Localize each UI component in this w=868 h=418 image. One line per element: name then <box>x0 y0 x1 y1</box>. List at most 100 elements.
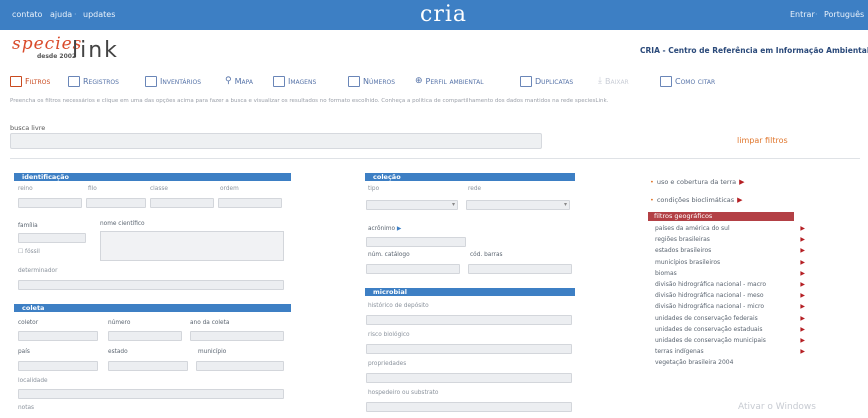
geo-filter-item[interactable]: países da américa do sul ▶ <box>655 225 805 232</box>
reino-label: reino <box>18 186 33 192</box>
arrow-right-icon: ▶ <box>800 281 805 288</box>
acronimo-label: acrônimo ▶ <box>368 226 402 232</box>
arrow-right-icon: ▶ <box>800 348 805 356</box>
notas-label: notas <box>18 405 35 411</box>
geo-filter-item[interactable]: unidades de conservação municipais ▶ <box>655 337 805 344</box>
geo-filter-item[interactable]: municípios brasileiros ▶ <box>655 259 805 266</box>
risco-input[interactable] <box>366 344 572 354</box>
reino-input[interactable] <box>18 198 82 208</box>
geo-filter-label: regiões brasileiras <box>655 236 710 244</box>
updates-link[interactable]: updates <box>83 10 115 19</box>
num-catalogo-label: núm. catálogo <box>368 252 410 258</box>
nav-numeros[interactable]: Números <box>348 76 395 87</box>
separator: · <box>815 10 818 19</box>
geo-filter-item[interactable]: divisão hidrográfica nacional - macro ▶ <box>655 281 805 288</box>
estado-label: estado <box>108 349 128 355</box>
fossil-checkbox[interactable]: ☐ fóssil <box>18 249 40 255</box>
uso-terra-link[interactable]: • uso e cobertura da terra ▶ <box>650 178 745 186</box>
cria-brand[interactable]: cria <box>420 2 467 27</box>
deposito-input[interactable] <box>366 315 572 325</box>
search-input[interactable] <box>10 133 542 149</box>
coleta-header[interactable]: coleta <box>14 304 291 312</box>
geo-filter-label: terras indígenas <box>655 348 704 356</box>
familia-label: família <box>18 223 38 229</box>
acronimo-input[interactable] <box>366 237 466 247</box>
pais-input[interactable] <box>18 361 98 371</box>
arrow-right-icon: ▶ <box>739 178 745 186</box>
clear-filters-button[interactable]: limpar filtros <box>737 136 788 145</box>
logo-link-text: link <box>72 38 119 63</box>
familia-input[interactable] <box>18 233 86 243</box>
organization-name: CRIA - Centro de Referência em Informaçã… <box>640 46 868 55</box>
propriedades-input[interactable] <box>366 373 572 383</box>
hospedeiro-input[interactable] <box>366 402 572 412</box>
instructions-text: Preencha os filtros necessários e clique… <box>10 98 609 104</box>
geo-filter-item[interactable]: regiões brasileiras ▶ <box>655 236 805 243</box>
cod-barras-input[interactable] <box>468 264 572 274</box>
rede-select[interactable] <box>466 200 570 210</box>
filo-label: filo <box>88 186 97 192</box>
geo-filter-item[interactable]: divisão hidrográfica nacional - meso ▶ <box>655 292 805 299</box>
numero-label: número <box>108 320 131 326</box>
geo-filter-label: unidades de conservação federais <box>655 314 758 322</box>
nav-imagens[interactable]: Imagens <box>273 76 316 87</box>
ordem-input[interactable] <box>218 198 282 208</box>
classe-input[interactable] <box>150 198 214 208</box>
geo-filter-item[interactable]: estados brasileiros ▶ <box>655 247 805 254</box>
nav-perfil-ambiental[interactable]: ⊕ Perfil ambiental <box>415 76 484 86</box>
nav-duplicatas[interactable]: Duplicatas <box>520 76 573 87</box>
filo-input[interactable] <box>86 198 146 208</box>
separator: · <box>74 10 77 19</box>
municipio-input[interactable] <box>196 361 284 371</box>
nav-registros[interactable]: Registros <box>68 76 119 87</box>
determinador-label: determinador <box>18 268 58 274</box>
identificacao-header[interactable]: identificação <box>14 173 291 181</box>
geo-filter-item[interactable]: biomas ▶ <box>655 270 805 277</box>
coletor-input[interactable] <box>18 331 98 341</box>
numbers-icon <box>348 76 360 87</box>
num-catalogo-input[interactable] <box>366 264 460 274</box>
geo-filter-item[interactable]: divisão hidrográfica nacional - micro ▶ <box>655 303 805 310</box>
cite-icon <box>660 76 672 87</box>
nome-cientifico-label: nome científico <box>100 221 145 227</box>
bioclimaticas-link[interactable]: • condições bioclimáticas ▶ <box>650 196 743 204</box>
microbial-header[interactable]: microbial <box>365 288 575 296</box>
contato-link[interactable]: contato <box>12 10 42 19</box>
windows-watermark: Ativar o Windows <box>738 402 816 412</box>
arrow-right-icon: ▶ <box>800 303 805 311</box>
geo-filters-header[interactable]: filtros geográficos <box>648 212 794 221</box>
tipo-select[interactable] <box>366 200 458 210</box>
classe-label: classe <box>150 186 168 192</box>
entrar-link[interactable]: Entrar <box>790 10 815 19</box>
geo-filter-item[interactable]: terras indígenas ▶ <box>655 348 805 355</box>
ajuda-link[interactable]: ajuda <box>50 10 72 19</box>
geo-filter-item[interactable]: unidades de conservação federais ▶ <box>655 315 805 322</box>
nav-filtros[interactable]: Filtros <box>10 76 50 87</box>
top-bar: contato · ajuda · updates cria Entrar · … <box>0 0 868 30</box>
filter-icon <box>10 76 22 87</box>
language-link[interactable]: Português <box>824 10 864 19</box>
risco-label: risco biológico <box>368 332 410 338</box>
geo-filter-label: países da américa do sul <box>655 225 730 232</box>
geo-filter-item[interactable]: vegetação brasileira 2004 <box>655 359 805 366</box>
colecao-header[interactable]: coleção <box>365 173 575 181</box>
nav-como-citar[interactable]: Como citar <box>660 76 715 87</box>
nav-mapa[interactable]: ⚲ Mapa <box>225 76 253 86</box>
arrow-right-icon: ▶ <box>800 269 805 277</box>
nav-inventarios[interactable]: Inventários <box>145 76 201 87</box>
geo-filter-item[interactable]: unidades de conservação estaduais ▶ <box>655 326 805 333</box>
globe-icon: ⊕ <box>415 76 423 86</box>
geo-filter-label: vegetação brasileira 2004 <box>655 359 734 367</box>
localidade-input[interactable] <box>18 389 284 399</box>
nome-cientifico-textarea[interactable] <box>100 231 284 261</box>
ano-coleta-input[interactable] <box>190 331 284 341</box>
numero-input[interactable] <box>108 331 182 341</box>
arrow-right-icon: ▶ <box>800 236 805 244</box>
duplicates-icon <box>520 76 532 87</box>
determinador-input[interactable] <box>18 280 284 290</box>
estado-input[interactable] <box>108 361 188 371</box>
municipio-label: município <box>198 349 227 355</box>
arrow-right-icon: ▶ <box>800 225 805 232</box>
arrow-right-icon: ▶ <box>800 325 805 333</box>
geo-filter-label: divisão hidrográfica nacional - macro <box>655 281 767 288</box>
